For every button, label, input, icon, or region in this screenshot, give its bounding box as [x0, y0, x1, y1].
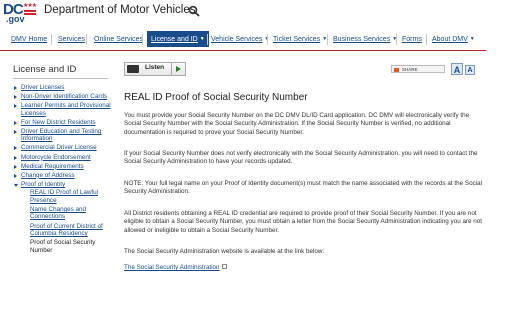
dc-gov-logo[interactable]: DC ★★★ .gov — [3, 2, 37, 24]
nav-divider — [267, 34, 268, 45]
sidebar-item-change-address[interactable]: Change of Address — [13, 172, 113, 180]
sidebar-item-label[interactable]: Non-Driver Identification Cards — [21, 93, 107, 100]
logo-bars — [24, 10, 36, 12]
nav-about-dmv-label: About DMV — [432, 36, 468, 43]
sidebar-item-new-residents[interactable]: For New District Residents — [13, 119, 113, 127]
paragraph: The Social Security Administration websi… — [124, 248, 325, 255]
sidebar-item-label[interactable]: Change of Address — [21, 172, 75, 179]
site-title[interactable]: Department of Motor Vehicles — [44, 4, 196, 16]
font-size-large-button[interactable]: A — [451, 63, 463, 75]
paragraph: If your Social Security Number does not … — [124, 150, 478, 166]
bullet-arrow-icon — [14, 146, 17, 151]
nav-ticket-services[interactable]: Ticket Services ▼ — [273, 33, 327, 46]
sidebar-item-label[interactable]: Learner Permits and Provisional Licenses — [21, 102, 111, 117]
nav-divider — [86, 34, 87, 45]
sidebar-title: License and ID — [13, 64, 77, 75]
sidebar-subitem-label[interactable]: Name Changes and Connections — [30, 206, 86, 221]
sidebar-item-label[interactable]: Driver Licenses — [21, 84, 64, 91]
listen-button[interactable]: Listen — [124, 62, 186, 76]
sidebar-item-label[interactable]: Proof of Identity — [21, 181, 65, 188]
nav-license-and-id[interactable]: License and ID ▼ — [147, 31, 209, 47]
chevron-down-icon: ▼ — [469, 36, 475, 42]
bullet-arrow-icon — [14, 173, 17, 178]
share-button[interactable]: SHARE — [391, 65, 445, 73]
nav-services[interactable]: Services — [58, 33, 85, 46]
paragraph: All District residents obtaining a REAL … — [124, 210, 483, 234]
nav-license-and-id-label: License and ID — [151, 36, 198, 43]
sidebar-subitem-ssn[interactable]: Proof of Social Security Number — [21, 239, 113, 254]
sidebar-item-driver-licenses[interactable]: Driver Licenses — [13, 84, 113, 92]
bullet-arrow-icon — [14, 129, 17, 134]
link-paragraph: The Social Security Administration — [124, 264, 486, 272]
sidebar-subitem-label[interactable]: REAL ID Proof of Lawful Presence — [30, 189, 98, 204]
sidebar-divider — [13, 78, 108, 79]
chevron-down-icon: ▼ — [199, 36, 205, 42]
logo-stars: ★★★ — [23, 3, 37, 9]
nav-vehicle-services[interactable]: Vehicle Services▼ — [211, 33, 269, 46]
bullet-arrow-icon — [14, 95, 17, 100]
sidebar-subnav: REAL ID Proof of Lawful Presence Name Ch… — [21, 189, 113, 254]
nav-dmv-home[interactable]: DMV Home — [11, 33, 47, 46]
nav-business-services-label: Business Services — [333, 36, 391, 43]
paragraph: You must provide your Social Security Nu… — [124, 112, 470, 136]
search-icon[interactable] — [188, 5, 200, 17]
bullet-arrow-icon — [14, 120, 17, 125]
sidebar-item-driver-education[interactable]: Driver Education and Testing Information — [13, 128, 113, 143]
sidebar-item-motorcycle[interactable]: Motorcycle Endorsement — [13, 154, 113, 162]
play-icon[interactable] — [171, 63, 185, 75]
nav-divider — [51, 34, 52, 45]
nav-business-services[interactable]: Business Services ▼ — [333, 33, 397, 46]
sidebar-item-medical[interactable]: Medical Requirements — [13, 163, 113, 171]
sidebar-subitem-lawful-presence[interactable]: REAL ID Proof of Lawful Presence — [21, 189, 113, 204]
external-link-icon — [221, 264, 227, 269]
nav-about-dmv[interactable]: About DMV ▼ — [432, 33, 475, 46]
nav-divider — [426, 34, 427, 45]
bullet-expanded-icon — [14, 183, 18, 187]
sidebar-item-commercial-license[interactable]: Commercial Driver License — [13, 144, 113, 152]
nav-divider — [207, 34, 208, 45]
nav-divider — [327, 34, 328, 45]
speaker-icon — [127, 65, 139, 73]
bullet-arrow-icon — [14, 155, 17, 160]
sidebar-subitem-residency[interactable]: Proof of Current District of Columbia Re… — [21, 223, 113, 238]
logo-gov-text: .gov — [6, 14, 25, 24]
bullet-arrow-icon — [14, 164, 17, 169]
sidebar-item-non-driver-id[interactable]: Non-Driver Identification Cards — [13, 93, 113, 101]
sidebar-subitem-label[interactable]: Proof of Current District of Columbia Re… — [30, 223, 103, 238]
sidebar-item-label[interactable]: For New District Residents — [21, 119, 96, 126]
page-title: REAL ID Proof of Social Security Number — [124, 92, 308, 103]
sidebar-item-label[interactable]: Motorcycle Endorsement — [21, 154, 91, 161]
sidebar-subitem-name-changes[interactable]: Name Changes and Connections — [21, 206, 113, 221]
ssa-link[interactable]: The Social Security Administration — [124, 264, 220, 271]
nav-online-services[interactable]: Online Services — [94, 33, 143, 46]
sidebar-item-proof-of-identity[interactable]: Proof of Identity REAL ID Proof of Lawfu… — [13, 181, 113, 254]
nav-divider — [396, 34, 397, 45]
nav-divider — [142, 34, 143, 45]
listen-label: Listen — [145, 64, 165, 71]
nav-ticket-services-label: Ticket Services — [273, 36, 321, 43]
nav-forms[interactable]: Forms — [402, 33, 422, 46]
sidebar-nav: Driver Licenses Non-Driver Identificatio… — [13, 84, 113, 256]
sidebar-subitem-label: Proof of Social Security Number — [30, 239, 96, 254]
main-nav: DMV Home Services Online Services Licens… — [0, 28, 486, 51]
sidebar-item-label[interactable]: Commercial Driver License — [21, 144, 97, 151]
site-header: DC ★★★ .gov Department of Motor Vehicles — [0, 0, 512, 24]
sidebar-item-label[interactable]: Driver Education and Testing Information — [21, 128, 101, 143]
sidebar-item-label[interactable]: Medical Requirements — [21, 163, 84, 170]
nav-vehicle-services-label: Vehicle Services — [211, 36, 263, 43]
sidebar-item-learner-permits[interactable]: Learner Permits and Provisional Licenses — [13, 102, 113, 117]
paragraph: NOTE: Your full legal name on your Proof… — [124, 180, 483, 196]
bullet-arrow-icon — [14, 104, 17, 109]
font-size-small-button[interactable]: A — [465, 65, 475, 75]
bullet-arrow-icon — [14, 86, 17, 90]
